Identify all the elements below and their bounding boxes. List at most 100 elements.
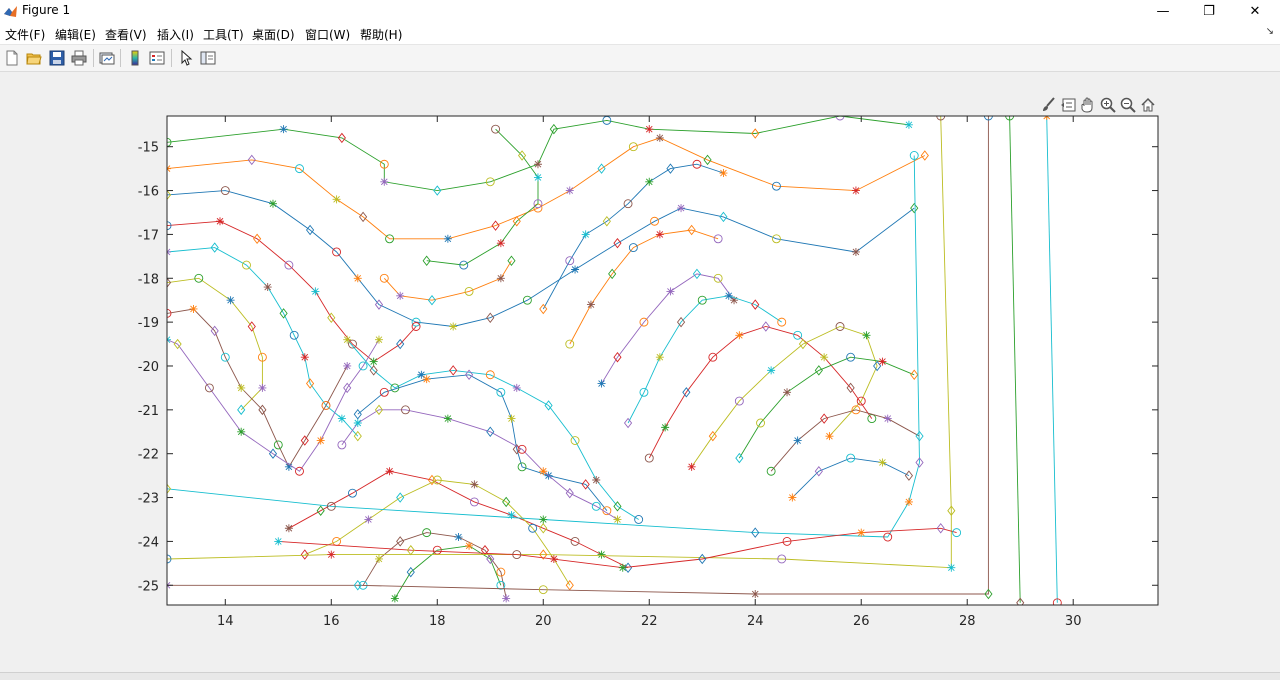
- data-point-marker: [443, 414, 452, 423]
- data-point-marker: [687, 462, 696, 471]
- zoom-out-button[interactable]: [1119, 96, 1137, 114]
- data-point-marker: [533, 173, 542, 182]
- data-point-marker: [454, 533, 463, 542]
- data-point-marker: [851, 186, 860, 195]
- data-point-marker: [237, 427, 246, 436]
- y-tick-label: -20: [138, 360, 159, 375]
- axes-background: [167, 116, 1158, 605]
- x-tick-label: 22: [641, 614, 658, 629]
- data-point-marker: [586, 300, 595, 309]
- data-point-marker: [258, 383, 267, 392]
- data-point-marker: [279, 125, 288, 134]
- data-point-marker: [724, 291, 733, 300]
- data-point-marker: [332, 195, 341, 204]
- data-point-marker: [597, 550, 606, 559]
- data-point-marker: [851, 247, 860, 256]
- data-point-marker: [677, 204, 686, 213]
- data-point-marker: [380, 177, 389, 186]
- pan-button[interactable]: [1079, 96, 1097, 114]
- pan-hand-icon: [1081, 97, 1093, 113]
- data-point-marker: [793, 436, 802, 445]
- data-point-marker: [311, 287, 320, 296]
- data-point-marker: [767, 366, 776, 375]
- data-point-marker: [337, 414, 346, 423]
- data-point-marker: [645, 177, 654, 186]
- data-point-marker: [284, 524, 293, 533]
- x-tick-label: 28: [959, 614, 976, 629]
- data-point-marker: [597, 379, 606, 388]
- data-point-marker: [422, 375, 431, 384]
- y-tick-label: -19: [138, 316, 159, 331]
- data-tips-button[interactable]: [1059, 96, 1077, 114]
- x-tick-label: 20: [535, 614, 552, 629]
- data-point-marker: [862, 331, 871, 340]
- data-point-marker: [465, 541, 474, 550]
- data-point-marker: [470, 480, 479, 489]
- data-point-marker: [947, 563, 956, 572]
- data-point-marker: [857, 528, 866, 537]
- data-point-marker: [512, 383, 521, 392]
- home-restore-icon: [1141, 97, 1155, 112]
- data-point-marker: [396, 291, 405, 300]
- data-point-marker: [613, 515, 622, 524]
- data-point-marker: [820, 353, 829, 362]
- brush-icon: [1043, 97, 1055, 111]
- y-tick-label: -18: [138, 272, 159, 287]
- y-tick-label: -15: [138, 141, 159, 156]
- data-point-marker: [327, 550, 336, 559]
- data-point-marker: [825, 432, 834, 441]
- data-point-marker: [443, 234, 452, 243]
- data-point-marker: [904, 497, 913, 506]
- zoom-in-icon: [1100, 97, 1116, 113]
- zoom-in-button[interactable]: [1099, 96, 1117, 114]
- x-tick-label: 16: [323, 614, 340, 629]
- data-point-marker: [661, 423, 670, 432]
- data-point-marker: [565, 186, 574, 195]
- y-tick-label: -23: [138, 492, 159, 507]
- data-point-marker: [316, 436, 325, 445]
- data-point-marker: [449, 322, 458, 331]
- data-point-marker: [374, 335, 383, 344]
- x-tick-label: 18: [429, 614, 446, 629]
- data-point-marker: [369, 357, 378, 366]
- data-point-marker: [237, 383, 246, 392]
- data-point-marker: [417, 370, 426, 379]
- data-point-marker: [788, 493, 797, 502]
- data-point-marker: [496, 239, 505, 248]
- data-point-marker: [904, 120, 913, 129]
- y-tick-label: -16: [138, 185, 159, 200]
- data-point-marker: [592, 476, 601, 485]
- axes-toolbar: [1039, 96, 1157, 116]
- brush-button[interactable]: [1039, 96, 1057, 114]
- data-point-marker: [502, 594, 511, 603]
- data-point-marker: [507, 414, 516, 423]
- data-point-marker: [390, 594, 399, 603]
- y-tick-label: -17: [138, 228, 159, 243]
- data-point-marker: [385, 467, 394, 476]
- y-tick-label: -25: [138, 579, 159, 594]
- data-point-marker: [883, 414, 892, 423]
- data-point-marker: [300, 353, 309, 362]
- data-point-marker: [655, 133, 664, 142]
- data-point-marker: [189, 304, 198, 313]
- data-point-marker: [343, 361, 352, 370]
- data-point-marker: [618, 563, 627, 572]
- zoom-out-icon: [1120, 97, 1136, 113]
- data-point-marker: [215, 217, 224, 226]
- data-point-marker: [343, 335, 352, 344]
- data-point-marker: [539, 467, 548, 476]
- data-point-marker: [353, 274, 362, 283]
- data-point-marker: [655, 353, 664, 362]
- data-point-marker: [263, 283, 272, 292]
- data-point-marker: [878, 357, 887, 366]
- data-point-marker: [666, 287, 675, 296]
- home-button[interactable]: [1139, 96, 1157, 114]
- data-point-marker: [571, 265, 580, 274]
- data-point-marker: [539, 515, 548, 524]
- data-tips-icon: [1061, 98, 1076, 112]
- x-tick-label: 24: [747, 614, 764, 629]
- data-point-marker: [496, 274, 505, 283]
- x-tick-label: 26: [853, 614, 870, 629]
- y-tick-label: -22: [138, 448, 159, 463]
- data-point-marker: [655, 230, 664, 239]
